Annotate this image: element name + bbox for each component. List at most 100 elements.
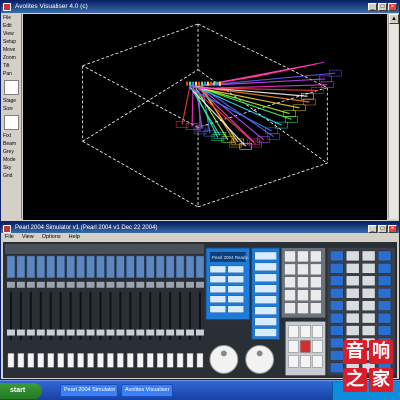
swop-button[interactable] <box>156 353 164 368</box>
fader-button[interactable] <box>46 255 55 279</box>
menu-file[interactable]: File <box>5 233 14 242</box>
swop-button[interactable] <box>107 353 114 368</box>
console-panel[interactable]: Pearl 2004 Ready <box>3 242 397 379</box>
keypad-button[interactable] <box>284 302 296 314</box>
fader-knob[interactable] <box>56 329 65 336</box>
programmer-button[interactable] <box>227 305 244 313</box>
fader-knob[interactable] <box>166 329 175 336</box>
executor-button[interactable] <box>330 312 344 324</box>
function-button[interactable] <box>254 251 277 261</box>
function-button[interactable] <box>254 284 277 293</box>
executor-button[interactable] <box>330 362 344 374</box>
toolbar-item[interactable]: Pan <box>2 70 21 78</box>
fader-button[interactable] <box>76 255 85 279</box>
keypad-button[interactable] <box>297 302 309 314</box>
swop-button[interactable] <box>17 353 25 368</box>
keypad-button[interactable] <box>297 250 309 263</box>
swop-button[interactable] <box>97 353 104 368</box>
executor-button[interactable] <box>330 263 344 274</box>
executor-button[interactable] <box>377 288 392 299</box>
close-button[interactable]: × <box>388 3 397 11</box>
swop-button[interactable] <box>117 353 124 368</box>
function-button[interactable] <box>254 262 277 272</box>
fader-knob[interactable] <box>146 329 155 336</box>
fader-knob[interactable] <box>195 329 204 336</box>
toolbar-item[interactable]: Stage <box>2 97 21 105</box>
executor-button[interactable] <box>377 325 392 336</box>
executor-button[interactable] <box>330 275 344 286</box>
toolbar-item[interactable]: Size <box>2 105 21 113</box>
fader-knob[interactable] <box>86 329 95 336</box>
toolbar-item[interactable]: Mode <box>2 156 21 164</box>
function-button[interactable] <box>254 328 277 337</box>
executor-button[interactable] <box>330 337 344 349</box>
fader-knob[interactable] <box>176 329 185 336</box>
programmer-button[interactable] <box>227 275 244 283</box>
encoder-wheel-left[interactable] <box>209 344 239 374</box>
keypad-button[interactable] <box>284 276 296 288</box>
executor-button[interactable] <box>346 288 360 299</box>
visualiser-titlebar[interactable]: Avolites Visualiser 4.0 (c) _ □ × <box>1 1 399 13</box>
fader-knob[interactable] <box>186 329 195 336</box>
swop-button[interactable] <box>77 353 84 368</box>
toolbar-item[interactable]: View <box>2 30 21 38</box>
fader-button[interactable] <box>126 255 135 279</box>
fader-knob[interactable] <box>26 329 35 336</box>
toolbar-item[interactable]: Edit <box>2 22 21 30</box>
swop-button[interactable] <box>196 353 204 368</box>
swop-button[interactable] <box>137 353 144 368</box>
executor-button[interactable] <box>330 288 344 299</box>
executor-button[interactable] <box>361 288 376 299</box>
keypad-button[interactable] <box>310 250 322 263</box>
executor-button[interactable] <box>346 250 360 262</box>
programmer-button[interactable] <box>209 295 227 303</box>
minimize-button[interactable]: _ <box>368 3 377 11</box>
lower-key[interactable] <box>288 340 299 353</box>
lower-keys[interactable] <box>288 325 323 368</box>
fader-knob[interactable] <box>116 329 125 336</box>
toolbar-item[interactable]: Grey <box>2 148 21 156</box>
simulator-window[interactable]: Pearl 2004 Simulator v1 (Pearl 2004 v1 D… <box>0 222 400 380</box>
executor-button[interactable] <box>377 312 392 324</box>
vertical-scrollbar[interactable]: ▲ <box>388 14 399 219</box>
menu-help[interactable]: Help <box>69 233 80 242</box>
executor-button[interactable] <box>377 300 392 311</box>
toolbar-item[interactable]: Tilt <box>2 62 21 70</box>
menu-options[interactable]: Options <box>42 233 61 242</box>
size-box[interactable] <box>4 115 19 130</box>
keypad-button[interactable] <box>310 302 322 314</box>
lower-key[interactable] <box>300 355 311 368</box>
fader-button[interactable] <box>16 255 26 279</box>
fader-knob[interactable] <box>66 329 75 336</box>
menu-view[interactable]: View <box>22 233 34 242</box>
swop-button[interactable] <box>186 353 194 368</box>
executor-button[interactable] <box>330 350 344 361</box>
toolbar-item[interactable]: Grid <box>2 172 21 180</box>
fader-button[interactable] <box>165 255 175 279</box>
executor-button[interactable] <box>346 263 360 274</box>
maximize-button[interactable]: □ <box>378 3 387 11</box>
swop-button[interactable] <box>7 353 15 368</box>
fader-knob[interactable] <box>46 329 55 336</box>
function-button[interactable] <box>254 273 277 282</box>
task-visualiser[interactable]: Avolites Visualiser <box>121 384 173 397</box>
fader-knob[interactable] <box>76 329 85 336</box>
fader-button[interactable] <box>56 255 65 279</box>
fader-knob[interactable] <box>96 329 105 336</box>
keypad-button[interactable] <box>284 263 296 276</box>
fader-button[interactable] <box>106 255 115 279</box>
keypad-button[interactable] <box>284 250 296 263</box>
lower-key[interactable] <box>312 325 323 338</box>
fader-knob[interactable] <box>6 329 15 336</box>
numeric-keypad[interactable] <box>284 250 322 314</box>
toolbar-item[interactable]: Setup <box>2 38 21 46</box>
fader-knob[interactable] <box>156 329 165 336</box>
lower-key[interactable] <box>312 355 323 368</box>
programmer-button[interactable] <box>209 275 227 283</box>
programmer-button[interactable] <box>227 295 244 303</box>
swop-button[interactable] <box>47 353 54 368</box>
executor-button[interactable] <box>361 325 376 336</box>
fader-knob[interactable] <box>136 329 145 336</box>
keypad-button[interactable] <box>284 289 296 301</box>
simulator-titlebar[interactable]: Pearl 2004 Simulator v1 (Pearl 2004 v1 D… <box>1 223 399 233</box>
